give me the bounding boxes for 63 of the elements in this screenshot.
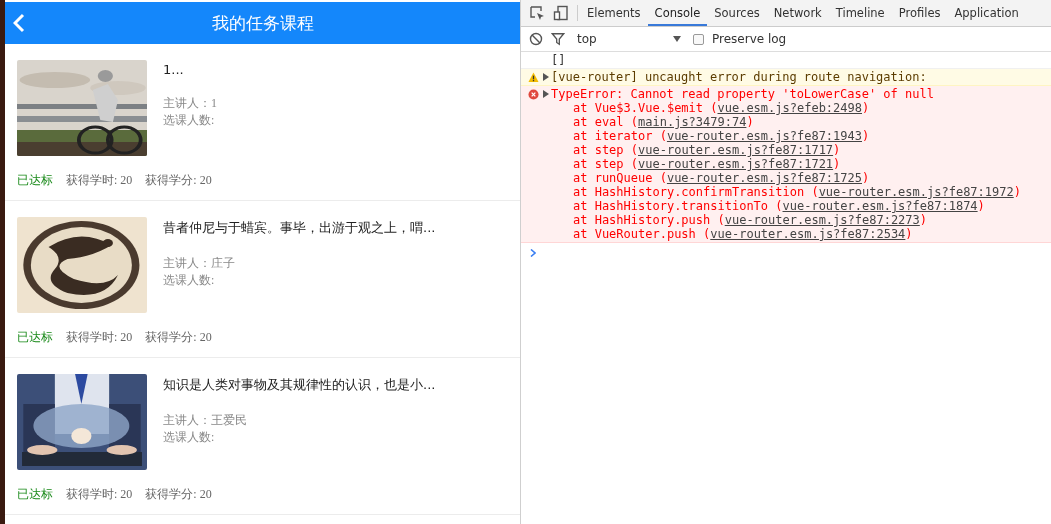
message-text: [vue-router] uncaught error during route navigation: [551,70,927,84]
source-link[interactable]: vue-router.esm.js?fe87:1717 [638,143,834,157]
status-label: 已达标 [17,329,53,346]
lecturer-label: 主讲人：1 [163,95,217,112]
warning-icon [528,71,539,83]
page-title: 我的任务课程 [211,11,314,35]
error-icon [528,88,539,100]
device-icon[interactable] [553,5,569,21]
expand-arrow-icon[interactable] [543,73,549,81]
inspect-icon[interactable] [529,5,545,21]
source-link[interactable]: vue-router.esm.js?fe87:2534 [710,227,906,241]
back-icon[interactable] [13,13,25,33]
prompt-icon[interactable] [530,249,536,257]
message-text: [] [551,53,566,67]
expand-arrow-icon[interactable] [543,90,549,98]
enrollment-label: 选课人数: [163,272,216,289]
source-link[interactable]: vue-router.esm.js?fe87:1943 [666,129,862,143]
source-link[interactable]: vue-router.esm.js?fe87:1725 [666,171,862,185]
lecturer-label: 主讲人：庄子 [163,255,236,272]
stack-frame: at HashHistory.transitionTo (vue-router.esm.js?fe87:1874) [528,199,1051,213]
enrollment-label: 选课人数: [163,112,216,129]
devtools-tab[interactable]: Elements [580,0,648,26]
course-title[interactable]: 昔者仲尼与于蜡宾。事毕，出游于观之上，喟... [163,219,436,237]
stack-frame: at step (vue-router.esm.js?fe87:1717) [528,143,1051,157]
credits-label: 获得学分: 20 [145,486,212,503]
hours-label: 获得学时: 20 [66,329,133,346]
preserve-log-label: Preserve log [712,32,787,46]
source-link[interactable]: vue-router.esm.js?fe87:1972 [818,185,1014,199]
source-link[interactable]: vue.esm.js?efeb:2498 [717,101,862,115]
source-link[interactable]: vue-router.esm.js?fe87:2273 [724,213,920,227]
stack-frame: at VueRouter.push (vue-router.esm.js?fe87:2534) [528,227,1051,241]
dropdown-icon [673,36,681,42]
course-title[interactable]: 知识是人类对事物及其规律性的认识，也是小... [163,376,436,394]
filter-icon[interactable] [551,32,565,46]
stack-frame: at eval (main.js?3479:74) [528,115,1051,129]
lecturer-label: 主讲人：王爱民 [163,412,248,429]
devtools-tab[interactable]: Application [947,0,1026,26]
credits-label: 获得学分: 20 [145,172,212,189]
stack-frame: at step (vue-router.esm.js?fe87:1721) [528,157,1051,171]
stack-frame: at HashHistory.confirmTransition (vue-router.esm.js?fe87:1972) [528,185,1051,199]
stack-frame: at HashHistory.push (vue-router.esm.js?fe87:2273) [528,213,1051,227]
clear-icon[interactable] [529,32,543,46]
source-link[interactable]: main.js?3479:74 [638,115,747,129]
course-title[interactable]: 1... [163,62,217,77]
credits-label: 获得学分: 20 [145,329,212,346]
source-link[interactable]: vue-router.esm.js?fe87:1874 [782,199,978,213]
devtools-tab[interactable]: Profiles [891,0,948,26]
source-link[interactable]: vue-router.esm.js?fe87:1721 [638,157,834,171]
hours-label: 获得学时: 20 [66,172,133,189]
status-label: 已达标 [17,172,53,189]
status-label: 已达标 [17,486,53,503]
devtools-tab[interactable]: Network [766,0,829,26]
stack-frame: at iterator (vue-router.esm.js?fe87:1943) [528,129,1051,143]
context-select[interactable]: top [577,32,681,46]
hours-label: 获得学时: 20 [66,486,133,503]
checkbox[interactable] [693,33,704,45]
devtools-tab[interactable]: Timeline [828,0,892,26]
enrollment-label: 选课人数: [163,429,216,446]
message-text: TypeError: Cannot read property 'toLowerCase' of null [551,87,934,101]
devtools-tab[interactable]: Sources [707,0,767,26]
stack-frame: at Vue$3.Vue.$emit (vue.esm.js?efeb:2498) [528,101,1051,115]
devtools-tab[interactable]: Console [647,0,708,26]
stack-frame: at runQueue (vue-router.esm.js?fe87:1725) [528,171,1051,185]
